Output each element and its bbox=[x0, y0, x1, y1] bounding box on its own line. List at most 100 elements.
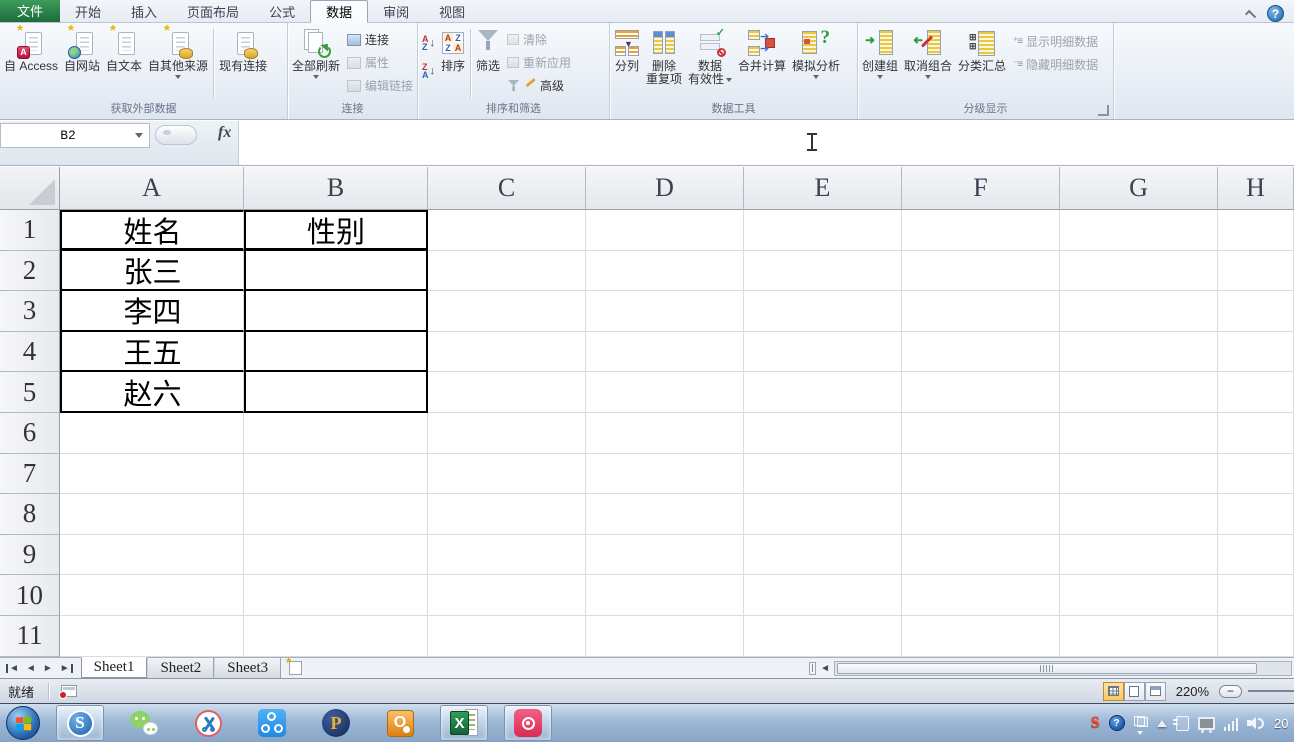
cell-B10[interactable] bbox=[244, 575, 428, 616]
cell-D10[interactable] bbox=[586, 575, 744, 616]
cell-H4[interactable] bbox=[1218, 331, 1294, 373]
cell-A5[interactable]: 赵六 bbox=[60, 372, 244, 413]
cell-C10[interactable] bbox=[428, 575, 586, 616]
tab-review[interactable]: 审阅 bbox=[368, 0, 424, 22]
cell-F7[interactable] bbox=[902, 453, 1060, 495]
cell-G11[interactable] bbox=[1060, 615, 1218, 657]
cell-G3[interactable] bbox=[1060, 291, 1218, 332]
tray-help-icon[interactable]: ? bbox=[1108, 715, 1125, 731]
cell-D1[interactable] bbox=[586, 210, 744, 251]
row-header-11[interactable]: 11 bbox=[0, 615, 60, 657]
cell-A8[interactable] bbox=[60, 494, 244, 535]
row-header-3[interactable]: 3 bbox=[0, 291, 60, 332]
cell-C5[interactable] bbox=[428, 372, 586, 413]
view-page-break-button[interactable] bbox=[1144, 681, 1166, 701]
cell-G6[interactable] bbox=[1060, 412, 1218, 454]
connections-button[interactable]: 连接 bbox=[343, 29, 417, 50]
tray-clock[interactable]: 20 bbox=[1274, 716, 1292, 731]
macro-record-icon[interactable] bbox=[59, 685, 78, 699]
sort-descending-button[interactable]: ZA ↓ bbox=[419, 61, 438, 81]
prev-sheet-icon[interactable]: ◄ bbox=[26, 663, 36, 674]
cell-C11[interactable] bbox=[428, 615, 586, 657]
cell-C4[interactable] bbox=[428, 331, 586, 373]
cell-B1[interactable]: 性别 bbox=[244, 210, 428, 251]
cell-H9[interactable] bbox=[1218, 534, 1294, 576]
row-header-1[interactable]: 1 bbox=[0, 210, 60, 251]
select-all-corner[interactable] bbox=[0, 167, 60, 210]
column-header-G[interactable]: G bbox=[1060, 167, 1218, 210]
from-other-sources-button[interactable]: * 自其他来源 bbox=[145, 23, 211, 102]
tray-windows-stack-icon[interactable] bbox=[1133, 716, 1148, 735]
cell-C3[interactable] bbox=[428, 291, 586, 332]
tab-view[interactable]: 视图 bbox=[424, 0, 480, 22]
cell-F1[interactable] bbox=[902, 210, 1060, 251]
cell-D3[interactable] bbox=[586, 291, 744, 332]
cell-A7[interactable] bbox=[60, 453, 244, 495]
edit-links-button[interactable]: 编辑链接 bbox=[343, 75, 417, 96]
tab-page-layout[interactable]: 页面布局 bbox=[172, 0, 254, 22]
row-header-9[interactable]: 9 bbox=[0, 534, 60, 576]
cell-E9[interactable] bbox=[744, 534, 902, 576]
text-to-columns-button[interactable]: ▼ 分列 bbox=[611, 25, 643, 102]
cell-G8[interactable] bbox=[1060, 494, 1218, 535]
cell-E1[interactable] bbox=[744, 210, 902, 251]
cell-G5[interactable] bbox=[1060, 372, 1218, 413]
tray-sogou-ime-icon[interactable]: S bbox=[1091, 714, 1100, 732]
column-header-B[interactable]: B bbox=[244, 167, 428, 210]
ungroup-button[interactable]: ➜ 取消组合 bbox=[901, 25, 955, 102]
outline-dialog-launcher-icon[interactable] bbox=[1098, 105, 1109, 116]
collapse-ribbon-icon[interactable] bbox=[1244, 9, 1257, 21]
column-header-D[interactable]: D bbox=[586, 167, 744, 210]
insert-function-icon[interactable]: fx bbox=[218, 124, 231, 142]
cell-B9[interactable] bbox=[244, 534, 428, 576]
help-icon[interactable]: ? bbox=[1267, 5, 1284, 22]
selected-cell-B2[interactable] bbox=[244, 250, 428, 292]
from-web-button[interactable]: * 自网站 bbox=[61, 23, 103, 102]
cell-F3[interactable] bbox=[902, 291, 1060, 332]
cell-E4[interactable] bbox=[744, 331, 902, 373]
cell-A11[interactable] bbox=[60, 615, 244, 657]
horizontal-scrollbar[interactable] bbox=[834, 660, 1292, 676]
cell-F2[interactable] bbox=[902, 250, 1060, 292]
group-button[interactable]: ➜ 创建组 bbox=[859, 25, 901, 102]
sheet-tab-sheet3[interactable]: Sheet3 bbox=[214, 658, 282, 678]
cell-C6[interactable] bbox=[428, 412, 586, 454]
cell-C7[interactable] bbox=[428, 453, 586, 495]
cell-A3[interactable]: 李四 bbox=[60, 291, 244, 332]
cell-E11[interactable] bbox=[744, 615, 902, 657]
cell-A1[interactable]: 姓名 bbox=[60, 210, 244, 251]
view-page-layout-button[interactable] bbox=[1123, 681, 1145, 701]
taskbar-excel[interactable]: X bbox=[440, 705, 488, 741]
cell-B6[interactable] bbox=[244, 412, 428, 454]
cell-D7[interactable] bbox=[586, 453, 744, 495]
show-detail-button[interactable]: ⁺≡ 显示明细数据 bbox=[1009, 31, 1102, 52]
cell-G1[interactable] bbox=[1060, 210, 1218, 251]
tab-data[interactable]: 数据 bbox=[310, 0, 369, 23]
cell-A6[interactable] bbox=[60, 412, 244, 454]
cell-B5[interactable] bbox=[244, 372, 428, 413]
cell-H1[interactable] bbox=[1218, 210, 1294, 251]
cell-B7[interactable] bbox=[244, 453, 428, 495]
clear-filter-button[interactable]: 清除 bbox=[503, 29, 575, 50]
row-header-7[interactable]: 7 bbox=[0, 453, 60, 495]
cell-G10[interactable] bbox=[1060, 575, 1218, 616]
remove-duplicates-button[interactable]: 删除 重复项 bbox=[643, 25, 685, 102]
cell-A9[interactable] bbox=[60, 534, 244, 576]
cell-C1[interactable] bbox=[428, 210, 586, 251]
column-header-F[interactable]: F bbox=[902, 167, 1060, 210]
cell-F10[interactable] bbox=[902, 575, 1060, 616]
cell-H2[interactable] bbox=[1218, 250, 1294, 292]
sheet-tab-sheet2[interactable]: Sheet2 bbox=[147, 658, 215, 678]
cell-G9[interactable] bbox=[1060, 534, 1218, 576]
column-header-A[interactable]: A bbox=[60, 167, 244, 210]
zoom-out-button[interactable]: − bbox=[1219, 684, 1242, 698]
cell-E8[interactable] bbox=[744, 494, 902, 535]
cell-E5[interactable] bbox=[744, 372, 902, 413]
data-validation-button[interactable]: ✓ 数据 有效性 bbox=[685, 25, 735, 102]
sort-button[interactable]: AZZA 排序 bbox=[438, 25, 468, 102]
cell-D9[interactable] bbox=[586, 534, 744, 576]
from-text-button[interactable]: * 自文本 bbox=[103, 23, 145, 102]
cell-A10[interactable] bbox=[60, 575, 244, 616]
taskbar-pptv[interactable]: P bbox=[312, 705, 360, 741]
cell-H10[interactable] bbox=[1218, 575, 1294, 616]
